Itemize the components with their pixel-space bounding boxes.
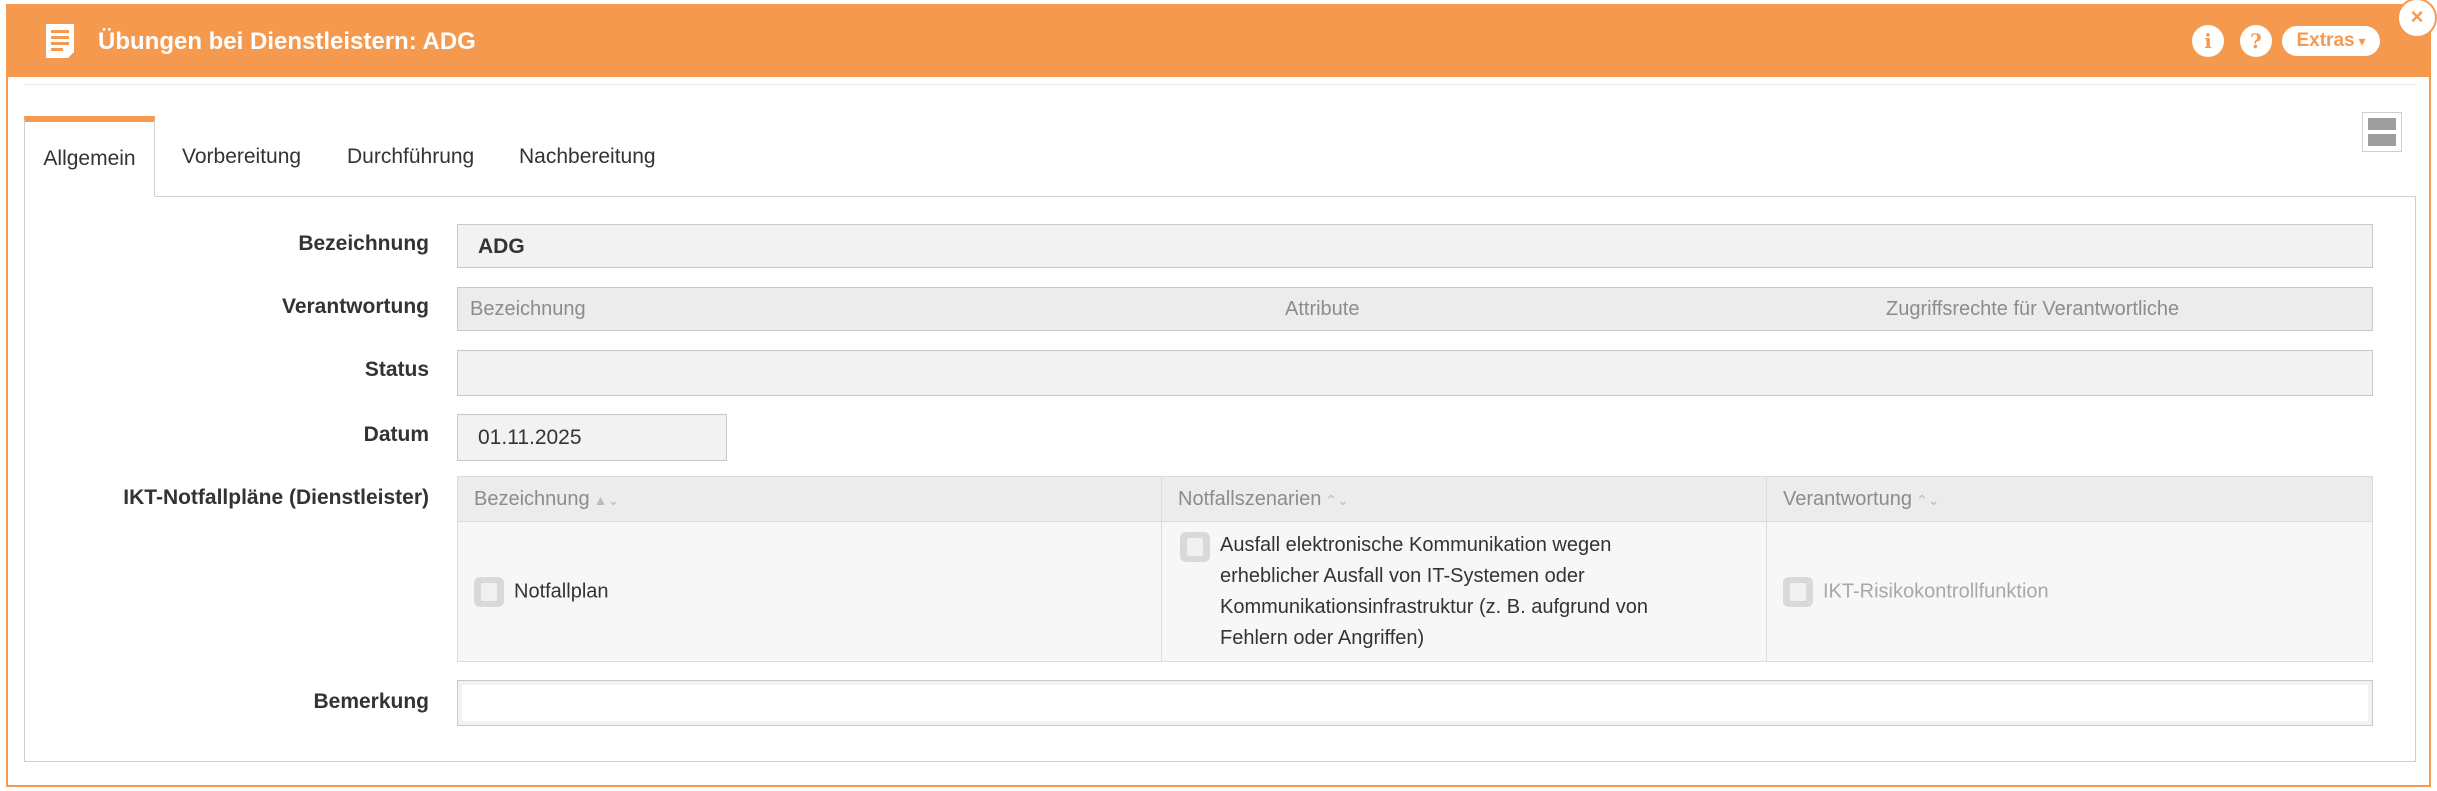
scenario-text[interactable]: Ausfall elektronische Kommunikation wege…	[1220, 530, 1700, 654]
tab-label: Allgemein	[43, 147, 136, 170]
column-header: Bezeichnung	[470, 298, 586, 320]
datum-label: Datum	[363, 423, 429, 446]
status-field[interactable]	[457, 350, 2373, 396]
tab-label: Durchführung	[347, 145, 475, 168]
extras-button[interactable]: Extras ▾	[2282, 26, 2380, 56]
document-icon	[46, 24, 74, 58]
tab-nachbereitung[interactable]: Nachbereitung	[519, 116, 656, 197]
column-header: Attribute	[1285, 298, 1360, 320]
tab-vorbereitung[interactable]: Vorbereitung	[182, 116, 301, 197]
dialog-title: Übungen bei Dienstleistern: ADG	[98, 28, 476, 55]
cell-verantwortung[interactable]: IKT-Risikokontrollfunktion	[1766, 521, 2373, 662]
sort-icon: ⌃⌄	[1325, 491, 1349, 508]
cell-bezeichnung[interactable]: Notfallplan	[457, 521, 1162, 662]
ikt-notfallplaene-table: Bezeichnung ▲⌄ Notfallszenarien ⌃⌄ Verantw…	[457, 476, 2373, 662]
bezeichnung-value: ADG	[478, 235, 525, 258]
notfallplan-link[interactable]: Notfallplan	[514, 580, 609, 602]
column-header-label: Bezeichnung	[474, 487, 590, 510]
datum-value: 01.11.2025	[478, 426, 582, 449]
column-header-bezeichnung[interactable]: Bezeichnung ▲⌄	[457, 476, 1162, 522]
layout-toggle-icon[interactable]	[2362, 112, 2402, 152]
tab-label: Vorbereitung	[182, 145, 302, 168]
verantwortung-label: Verantwortung	[281, 295, 429, 318]
datum-field[interactable]: 01.11.2025	[457, 414, 727, 461]
help-icon[interactable]: ?	[2240, 25, 2272, 57]
sort-icon: ⌃⌄	[1915, 491, 1940, 508]
column-header-notfallszenarien[interactable]: Notfallszenarien ⌃⌄	[1161, 476, 1767, 522]
bemerkung-field[interactable]	[457, 680, 2373, 726]
bezeichnung-label: Bezeichnung	[298, 232, 429, 255]
extras-label: Extras	[2296, 30, 2355, 51]
cell-notfallszenarien[interactable]: Ausfall elektronische Kommunikation wege…	[1161, 521, 1767, 662]
chevron-down-icon: ▾	[2354, 33, 2366, 49]
bezeichnung-field[interactable]: ADG	[457, 224, 2373, 268]
table-header-row: Bezeichnung ▲⌄ Notfallszenarien ⌃⌄ Verantw…	[457, 476, 2373, 522]
bemerkung-input[interactable]	[462, 685, 2368, 721]
column-header-verantwortung[interactable]: Verantwortung ⌃⌄	[1766, 476, 2373, 522]
tab-durchfuehrung[interactable]: Durchführung	[347, 116, 474, 197]
status-label: Status	[364, 358, 429, 381]
org-unit-icon	[1783, 576, 1813, 607]
verantwortung-table-header: Bezeichnung Attribute Zugriffsrechte für…	[457, 287, 2373, 331]
divider	[24, 84, 2416, 85]
bemerkung-label: Bemerkung	[313, 690, 429, 713]
ikt-notfallplaene-label: IKT-Notfallpläne (Dienstleister)	[123, 486, 429, 509]
scenario-icon	[1180, 531, 1210, 562]
column-header-label: Verantwortung	[1783, 487, 1912, 510]
tab-allgemein[interactable]: Allgemein	[24, 116, 155, 197]
close-icon[interactable]: ×	[2397, 0, 2437, 38]
column-header: Zugriffsrechte für Verantwortliche	[1886, 298, 2180, 320]
info-icon[interactable]: i	[2192, 25, 2224, 57]
verantwortung-value[interactable]: IKT-Risikokontrollfunktion	[1823, 580, 2049, 602]
document-icon	[474, 576, 504, 607]
table-row[interactable]: Notfallplan Ausfall elektronische Kommun…	[457, 521, 2373, 662]
sort-icon: ▲⌄	[593, 491, 620, 508]
title-bar: Übungen bei Dienstleistern: ADG i ? Extr…	[8, 6, 2429, 77]
column-header-label: Notfallszenarien	[1178, 487, 1322, 510]
tab-label: Nachbereitung	[519, 145, 656, 168]
